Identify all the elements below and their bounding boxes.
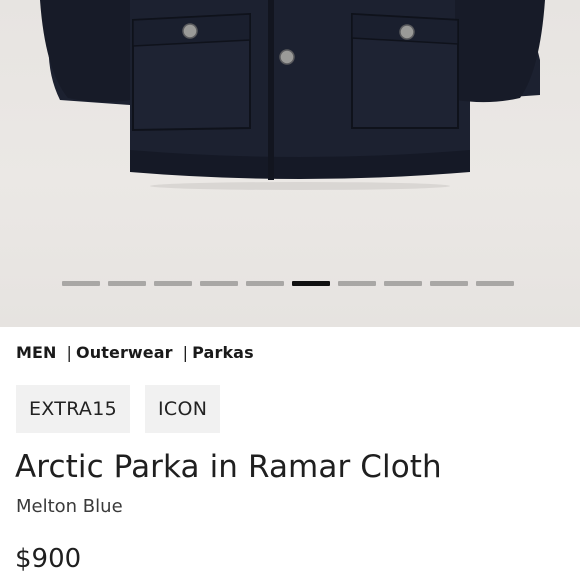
carousel-dot-2[interactable] <box>108 281 146 286</box>
breadcrumb-separator: | <box>66 343 73 362</box>
parka-illustration <box>40 0 545 190</box>
carousel-dot-1[interactable] <box>62 281 100 286</box>
carousel-dot-4[interactable] <box>200 281 238 286</box>
tag-icon: ICON <box>145 385 221 433</box>
breadcrumb-item-parkas[interactable]: Parkas <box>192 343 254 362</box>
product-color: Melton Blue <box>16 496 123 517</box>
carousel-dot-8[interactable] <box>384 281 422 286</box>
tag-extra15: EXTRA15 <box>16 385 130 433</box>
breadcrumb-item-men[interactable]: MEN <box>16 343 57 362</box>
product-price: $900 <box>15 544 82 574</box>
product-title: Arctic Parka in Ramar Cloth <box>15 449 442 485</box>
carousel-dot-7[interactable] <box>338 281 376 286</box>
carousel-dot-3[interactable] <box>154 281 192 286</box>
carousel-dot-6[interactable] <box>292 281 330 286</box>
breadcrumb: MEN | Outerwear | Parkas <box>16 343 254 362</box>
product-tags: EXTRA15 ICON <box>16 385 221 433</box>
carousel-dot-10[interactable] <box>476 281 514 286</box>
image-carousel-indicator <box>62 281 514 286</box>
breadcrumb-item-outerwear[interactable]: Outerwear <box>76 343 173 362</box>
product-image[interactable] <box>0 0 580 327</box>
product-page: MEN | Outerwear | Parkas EXTRA15 ICON Ar… <box>0 0 580 580</box>
carousel-dot-9[interactable] <box>430 281 468 286</box>
breadcrumb-separator: | <box>182 343 189 362</box>
carousel-dot-5[interactable] <box>246 281 284 286</box>
